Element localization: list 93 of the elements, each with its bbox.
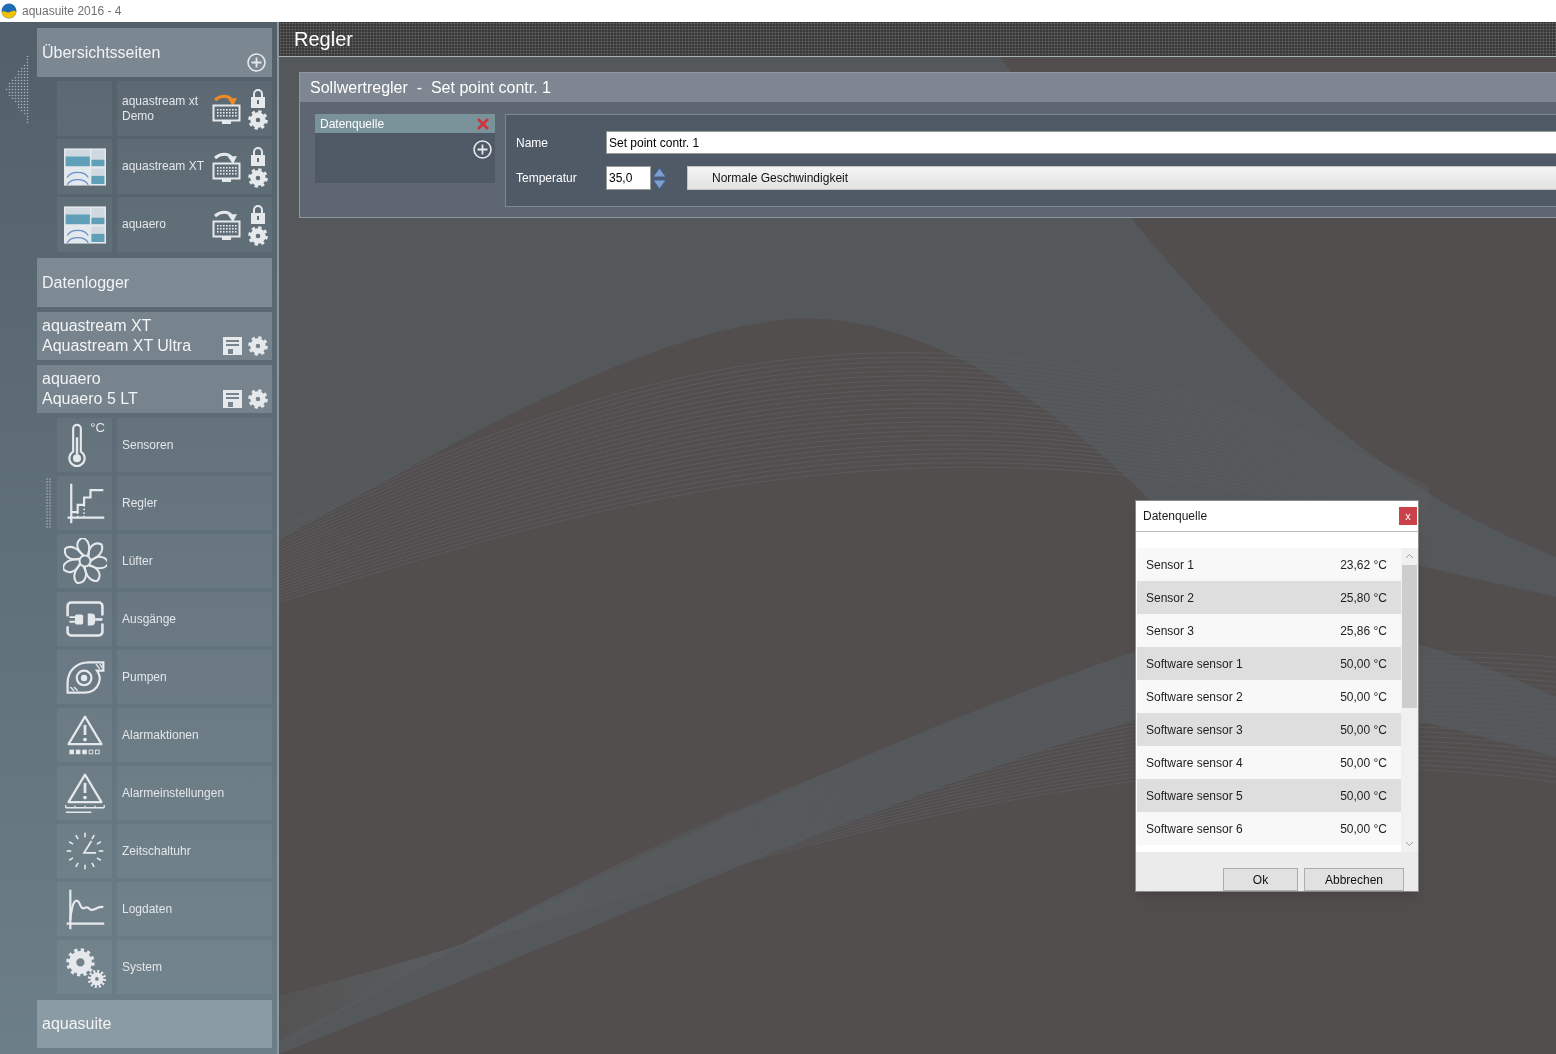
page-item[interactable]: aquastream XT [117, 139, 272, 194]
sensor-name: Software sensor 4 [1146, 754, 1243, 772]
nav-item[interactable]: Sensoren [117, 418, 272, 472]
sensor-name: Sensor 3 [1146, 622, 1195, 640]
save-icon[interactable] [222, 389, 243, 409]
source-list-item[interactable]: Datenquelle [315, 114, 495, 133]
panel-title: Sollwertregler - Set point contr. 1 [300, 73, 1556, 102]
sensor-name: Software sensor 5 [1146, 787, 1243, 805]
spin-down-icon[interactable] [652, 178, 667, 190]
monitor-arrow-icon[interactable] [212, 92, 242, 125]
sensor-value: 50,00 °C [1340, 754, 1387, 772]
scroll-up-icon[interactable] [1405, 553, 1414, 559]
window-title: aquasuite 2016 - 4 [22, 3, 122, 20]
temperature-field[interactable]: 35,0 [606, 166, 651, 190]
nav-item[interactable]: Zeitschaltuhr [117, 824, 272, 878]
sensor-name: Software sensor 1 [1146, 655, 1243, 673]
list-row[interactable]: Sensor 3 25,86 °C [1137, 614, 1401, 647]
nav-item[interactable]: Alarmaktionen [117, 708, 272, 762]
lock-icon[interactable] [250, 203, 266, 224]
settings-icon[interactable] [248, 109, 268, 130]
nav-item[interactable]: Regler [117, 476, 272, 530]
sensor-name: Sensor 2 [1146, 589, 1195, 607]
nav-item[interactable]: Alarmeinstellungen [117, 766, 272, 820]
device-header[interactable]: aquaero Aquaero 5 LT [37, 365, 272, 413]
sensor-value: 50,00 °C [1340, 655, 1387, 673]
device-header[interactable]: aquastream XT Aquastream XT Ultra [37, 312, 272, 360]
nav-item[interactable]: System [117, 940, 272, 994]
page-item[interactable]: aquastream xt Demo [117, 81, 272, 136]
page-title: Regler [279, 22, 1556, 57]
device-name: aquastream XT [42, 316, 153, 336]
page-label: aquastream xt Demo [122, 93, 200, 124]
unit-label: °C [90, 420, 105, 435]
nav-item[interactable]: Logdaten [117, 882, 272, 936]
field-label: Name [516, 134, 549, 152]
device-name: aquaero [42, 369, 102, 389]
ok-button[interactable]: Ok [1223, 868, 1298, 891]
nav-item[interactable]: Ausgänge [117, 592, 272, 646]
list-row[interactable]: Sensor 2 25,80 °C [1137, 581, 1401, 614]
settings-icon[interactable] [248, 167, 268, 188]
spin-up-icon[interactable] [652, 166, 667, 178]
page-label: aquaero [122, 217, 168, 232]
cancel-button[interactable]: Abbrechen [1304, 868, 1404, 891]
add-icon[interactable] [473, 140, 492, 159]
name-field[interactable]: Set point contr. 1 [606, 131, 1556, 154]
sensor-value: 50,00 °C [1340, 787, 1387, 805]
page-item[interactable]: aquaero [117, 197, 272, 252]
scroll-down-icon[interactable] [1405, 841, 1414, 847]
sensor-value: 25,80 °C [1340, 589, 1387, 607]
sensor-value: 50,00 °C [1340, 721, 1387, 739]
sensor-name: Software sensor 3 [1146, 721, 1243, 739]
section-header[interactable]: Übersichtsseiten [37, 28, 272, 77]
field-label: Temperatur [516, 170, 578, 187]
section-header[interactable]: aquasuite [37, 1000, 272, 1048]
save-icon[interactable] [222, 336, 243, 356]
sensor-value: 23,62 °C [1340, 556, 1387, 574]
page-thumbnail[interactable] [57, 139, 112, 194]
mode-button[interactable]: Normale Geschwindigkeit [687, 166, 1556, 190]
nav-item[interactable]: Lüfter [117, 534, 272, 588]
list-row[interactable]: Sensor 1 23,62 °C [1137, 548, 1401, 581]
list-row[interactable]: Software sensor 2 50,00 °C [1137, 680, 1401, 713]
close-button[interactable]: x [1399, 507, 1417, 525]
list-row[interactable]: Software sensor 4 50,00 °C [1137, 746, 1401, 779]
settings-icon[interactable] [248, 225, 268, 246]
sensor-value: 50,00 °C [1340, 820, 1387, 838]
sensor-name: Software sensor 2 [1146, 688, 1243, 706]
sensor-name: Software sensor 6 [1146, 820, 1243, 838]
add-icon[interactable] [247, 53, 266, 72]
list-row[interactable]: Software sensor 6 50,00 °C [1137, 812, 1401, 845]
lock-icon[interactable] [250, 145, 266, 166]
settings-icon[interactable] [248, 336, 268, 356]
app-logo-icon [1, 3, 17, 19]
settings-icon[interactable] [248, 389, 268, 409]
nav-item[interactable]: Pumpen [117, 650, 272, 704]
page-thumbnail[interactable] [57, 197, 112, 252]
list-row[interactable]: Software sensor 5 50,00 °C [1137, 779, 1401, 812]
section-header[interactable]: Datenlogger [37, 258, 272, 307]
scrollbar-thumb[interactable] [1402, 565, 1417, 708]
list-row[interactable]: Software sensor 3 50,00 °C [1137, 713, 1401, 746]
source-label: Datenquelle [320, 115, 385, 133]
dialog-title: Datenquelle [1143, 508, 1208, 525]
section-title: Übersichtsseiten [42, 43, 161, 63]
dotted-chevron-icon[interactable] [5, 55, 29, 124]
monitor-arrow-icon[interactable] [212, 150, 242, 183]
page-label: aquastream XT [122, 159, 206, 174]
monitor-arrow-icon[interactable] [212, 208, 242, 241]
device-model: Aquastream XT Ultra [42, 336, 192, 356]
sensor-value: 50,00 °C [1340, 688, 1387, 706]
device-model: Aquaero 5 LT [42, 389, 138, 409]
list-row[interactable]: Software sensor 1 50,00 °C [1137, 647, 1401, 680]
scrollbar-track[interactable] [1401, 548, 1418, 852]
lock-icon[interactable] [250, 87, 266, 108]
sensor-value: 25,86 °C [1340, 622, 1387, 640]
sensor-name: Sensor 1 [1146, 556, 1195, 574]
